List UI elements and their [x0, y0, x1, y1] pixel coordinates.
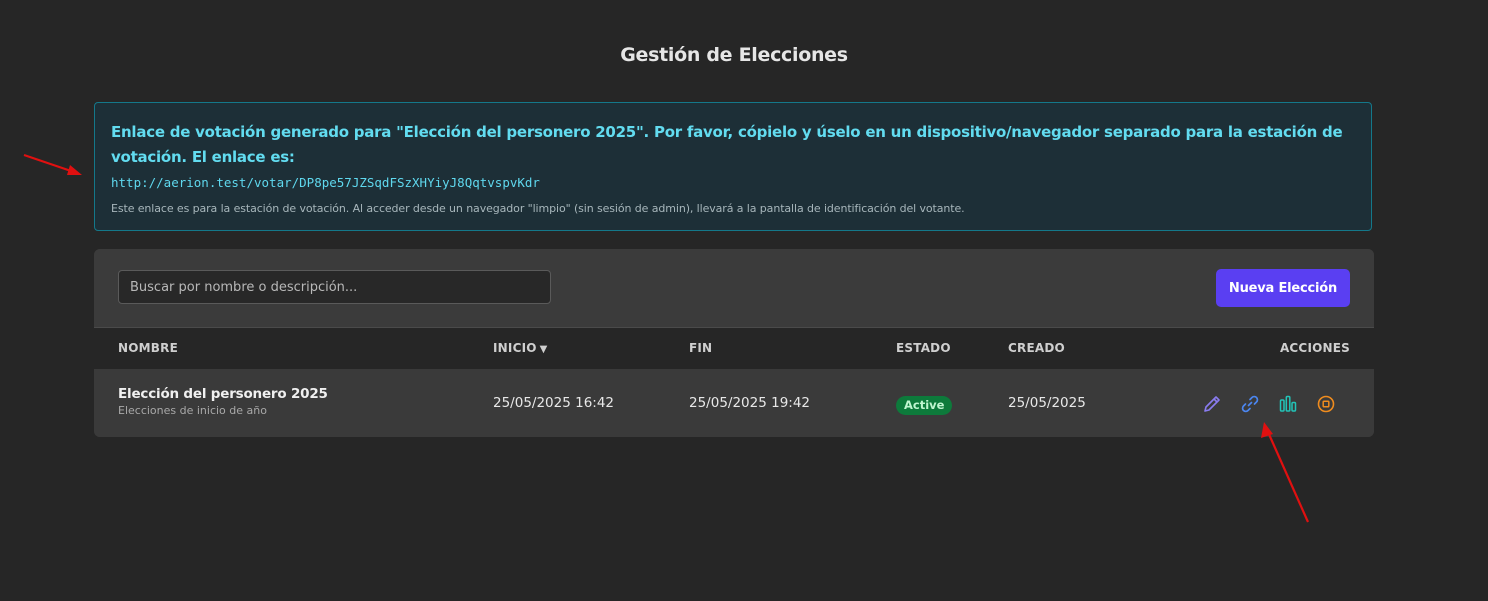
- election-end: 25/05/2025 19:42: [689, 395, 811, 411]
- stop-circle-icon: [1317, 395, 1335, 413]
- header-created[interactable]: CREADO: [1008, 341, 1065, 355]
- header-name[interactable]: NOMBRE: [118, 341, 178, 355]
- page-title: Gestión de Elecciones: [620, 44, 848, 66]
- results-button[interactable]: [1277, 393, 1299, 415]
- election-created: 25/05/2025: [1008, 395, 1086, 411]
- elections-card: Nueva Elección NOMBRE INICIO▼ FIN ESTADO…: [94, 249, 1374, 437]
- search-input[interactable]: [118, 270, 551, 304]
- election-start: 25/05/2025 16:42: [493, 395, 615, 411]
- header-start-label: INICIO: [493, 341, 537, 355]
- sort-desc-icon: ▼: [539, 344, 548, 355]
- voting-link-alert: Enlace de votación generado para "Elecci…: [94, 102, 1372, 231]
- header-status[interactable]: ESTADO: [896, 341, 951, 355]
- toolbar: Nueva Elección: [94, 249, 1374, 328]
- page: Gestión de Elecciones Enlace de votación…: [0, 0, 1488, 601]
- stop-election-button[interactable]: [1315, 393, 1337, 415]
- row-actions: [1204, 393, 1350, 415]
- alert-message: Enlace de votación generado para "Elecci…: [111, 123, 1343, 166]
- copy-link-button[interactable]: [1239, 393, 1261, 415]
- election-description: Elecciones de inicio de año: [118, 404, 267, 417]
- header-start[interactable]: INICIO ▼: [493, 341, 548, 355]
- table-header: NOMBRE INICIO ▼ FIN ESTADO CREADO ACCIONE…: [94, 328, 1374, 369]
- annotation-arrow-right: [1261, 422, 1310, 523]
- header-end[interactable]: FIN: [689, 341, 712, 355]
- pencil-icon: [1204, 396, 1220, 412]
- alert-note: Este enlace es para la estación de votac…: [111, 202, 965, 215]
- header-actions: ACCIONES: [1279, 341, 1350, 355]
- election-name-cell: Elección del personero 2025 Elecciones d…: [118, 386, 328, 417]
- election-name: Elección del personero 2025: [118, 386, 328, 402]
- link-icon: [1241, 395, 1259, 413]
- annotation-arrow-left: [23, 153, 82, 175]
- edit-button[interactable]: [1201, 393, 1223, 415]
- voting-link[interactable]: http://aerion.test/votar/DP8pe57JZSqdFSz…: [111, 174, 1355, 192]
- results-chart-icon: [1279, 395, 1297, 412]
- new-election-button[interactable]: Nueva Elección: [1216, 269, 1350, 307]
- table-row: Elección del personero 2025 Elecciones d…: [94, 369, 1374, 437]
- status-badge: Active: [896, 396, 953, 415]
